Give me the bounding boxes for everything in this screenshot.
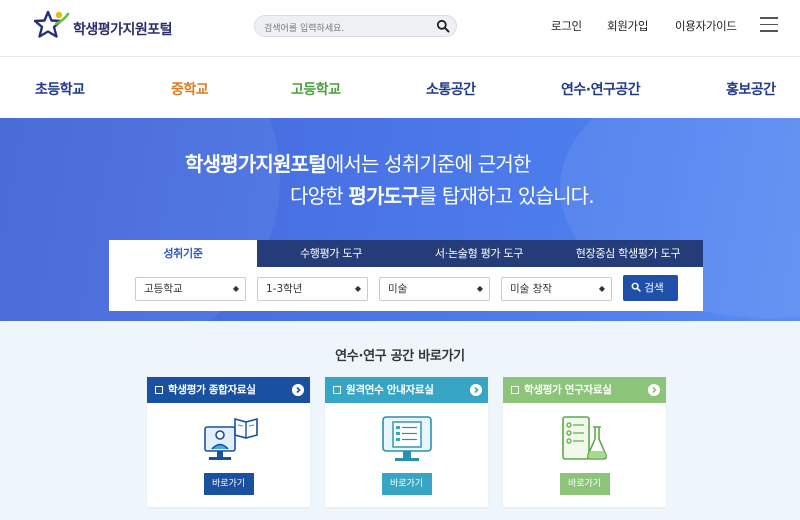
- nav-promotion[interactable]: 홍보공간: [726, 79, 776, 99]
- search-box: [254, 15, 457, 39]
- unit-select[interactable]: 미술 창작 ◆: [501, 277, 612, 301]
- card-header[interactable]: 학생평가 연구자료실: [503, 377, 666, 403]
- hero-text: 를 탑재하고 있습니다.: [418, 184, 595, 208]
- hero-keyword: 평가도구: [348, 184, 419, 208]
- top-bar: 학생평가지원포털 로그인 회원가입 이용자가이드: [0, 0, 800, 56]
- shortcut-section: 연수·연구 공간 바로가기 학생평가 종합자료실 바로가기 원격연수 안내자료실: [0, 321, 800, 520]
- shortcut-card-research-archive: 학생평가 연구자료실 바로가기: [503, 377, 666, 507]
- search-input[interactable]: [255, 19, 425, 39]
- signup-link[interactable]: 회원가입: [607, 18, 648, 34]
- go-button[interactable]: 바로가기: [381, 473, 432, 495]
- card-title: 학생평가 연구자료실: [524, 384, 612, 396]
- unit-value: 미술 창작: [510, 283, 552, 295]
- card-header[interactable]: 원격연수 안내자료실: [325, 377, 488, 403]
- search-tabs: 성취기준 수행평가 도구 서·논술형 평가 도구 현장중심 학생평가 도구: [109, 240, 703, 267]
- school-level-select[interactable]: 고등학교 ◆: [135, 277, 246, 301]
- card-header[interactable]: 학생평가 종합자료실: [147, 377, 310, 403]
- hero-text: 다양한: [290, 184, 349, 208]
- tab-field-tool[interactable]: 현장중심 학생평가 도구: [553, 240, 703, 267]
- tab-achievement-standard[interactable]: 성취기준: [109, 240, 257, 267]
- hero-text: 에서는 성취기준에 근거한: [325, 152, 532, 176]
- tab-performance-tool[interactable]: 수행평가 도구: [257, 240, 405, 267]
- arrow-circle-icon: [648, 384, 660, 396]
- square-bullet-icon: [511, 385, 519, 394]
- square-bullet-icon: [333, 385, 341, 394]
- menu-icon[interactable]: [760, 17, 778, 32]
- go-button[interactable]: 바로가기: [203, 473, 254, 495]
- subject-value: 미술: [388, 283, 408, 295]
- logo-text: 학생평가지원포털: [73, 22, 173, 38]
- hero-headline-line1: 학생평가지원포털에서는 성취기준에 근거한: [185, 148, 531, 177]
- login-link[interactable]: 로그인: [551, 18, 582, 34]
- star-logo-icon: [34, 10, 70, 38]
- card-title: 학생평가 종합자료실: [168, 384, 256, 396]
- search-icon: [631, 282, 641, 292]
- updown-arrow-icon: ◆: [354, 284, 361, 293]
- square-bullet-icon: [155, 385, 163, 394]
- user-guide-link[interactable]: 이용자가이드: [675, 18, 737, 34]
- hero-brand: 학생평가지원포털: [185, 152, 327, 176]
- search-icon[interactable]: [436, 19, 450, 33]
- grade-value: 1-3학년: [266, 283, 303, 295]
- nav-community[interactable]: 소통공간: [426, 79, 476, 99]
- school-level-value: 고등학교: [144, 283, 183, 295]
- card-title: 원격연수 안내자료실: [346, 384, 434, 396]
- updown-arrow-icon: ◆: [598, 284, 605, 293]
- shortcut-card-assessment-archive: 학생평가 종합자료실 바로가기: [147, 377, 310, 507]
- search-button[interactable]: 검색: [623, 275, 678, 301]
- site-logo[interactable]: 학생평가지원포털: [34, 10, 173, 40]
- grade-select[interactable]: 1-3학년 ◆: [257, 277, 368, 301]
- go-button[interactable]: 바로가기: [559, 473, 610, 495]
- updown-arrow-icon: ◆: [232, 284, 239, 293]
- tab-essay-tool[interactable]: 서·논술형 평가 도구: [405, 240, 553, 267]
- nav-high-school[interactable]: 고등학교: [291, 79, 341, 99]
- section-title: 연수·연구 공간 바로가기: [335, 349, 465, 364]
- hero-headline-line2: 다양한 평가도구를 탑재하고 있습니다.: [290, 180, 595, 209]
- nav-elementary[interactable]: 초등학교: [35, 79, 85, 99]
- monitor-document-icon: [381, 416, 432, 461]
- main-navigation: 초등학교 중학교 고등학교 소통공간 연수·연구공간 홍보공간: [0, 56, 800, 118]
- arrow-circle-icon: [470, 384, 482, 396]
- nav-middle-school[interactable]: 중학교: [171, 79, 209, 99]
- updown-arrow-icon: ◆: [476, 284, 483, 293]
- research-flask-icon: [561, 416, 607, 460]
- shortcut-card-remote-training: 원격연수 안내자료실 바로가기: [325, 377, 488, 507]
- subject-select[interactable]: 미술 ◆: [379, 277, 490, 301]
- nav-training-research[interactable]: 연수·연구공간: [561, 79, 641, 99]
- search-filter-panel: 고등학교 ◆ 1-3학년 ◆ 미술 ◆ 미술 창작 ◆ 검색: [109, 267, 703, 311]
- teacher-lecture-icon: [203, 417, 258, 460]
- search-button-label: 검색: [644, 282, 664, 294]
- arrow-circle-icon: [292, 384, 304, 396]
